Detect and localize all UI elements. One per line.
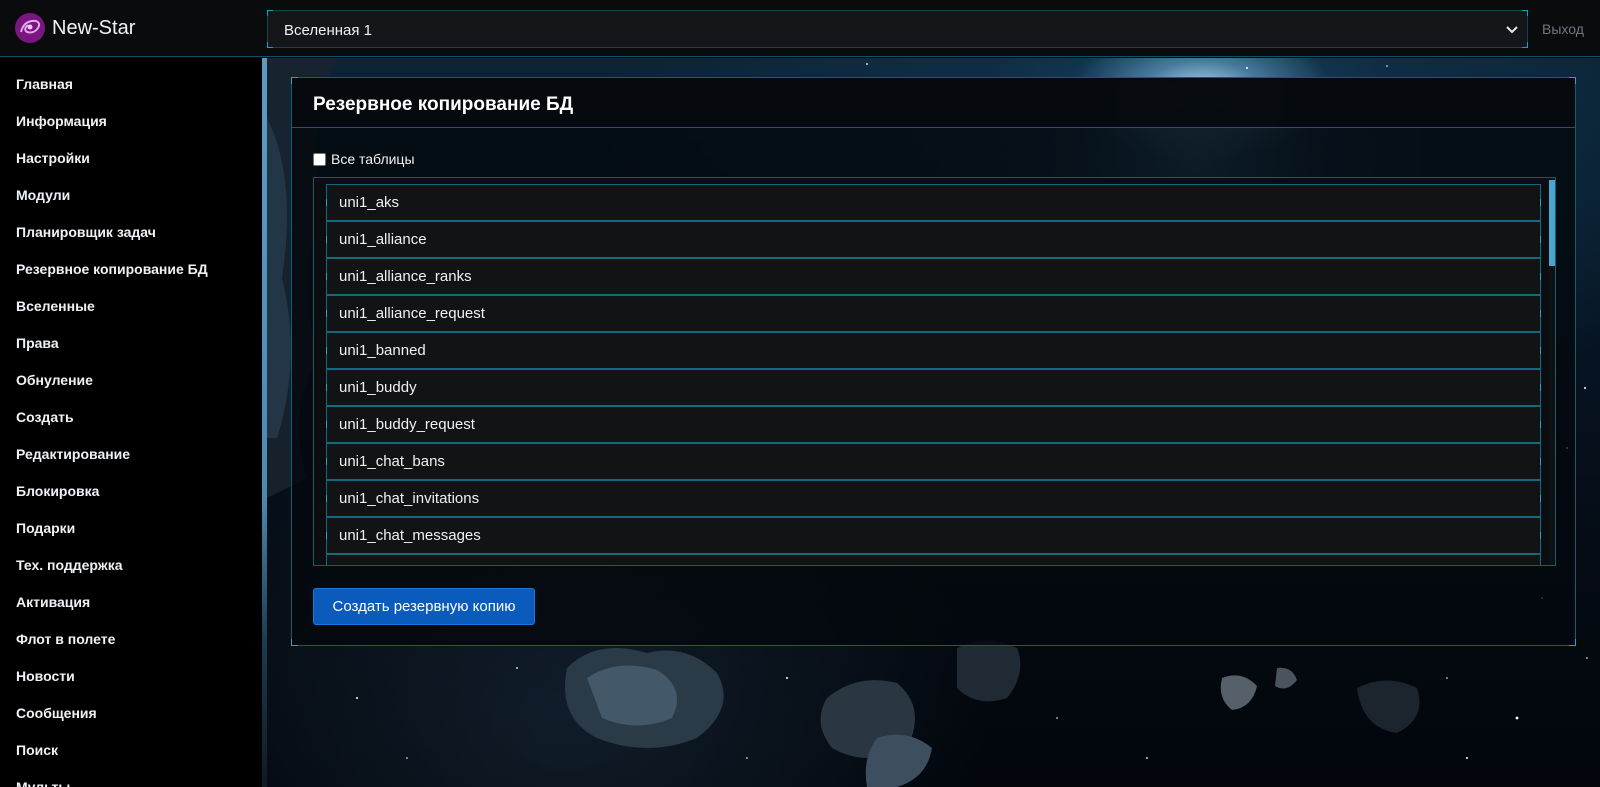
sidebar-item-rights[interactable]: Права [16, 333, 59, 353]
item-edge-decoration [326, 310, 327, 317]
select-corner-decoration [1522, 42, 1528, 48]
item-edge-decoration [1540, 532, 1541, 539]
sidebar-item-fleet-in-flight[interactable]: Флот в полете [16, 629, 115, 649]
item-edge-decoration [326, 458, 327, 465]
table-name: uni1_chat_invitations [339, 490, 480, 507]
all-tables-checkbox[interactable] [313, 152, 326, 166]
item-edge-decoration [1540, 199, 1541, 206]
list-item[interactable]: uni1_aks [326, 184, 1541, 221]
sidebar-item-search[interactable]: Поиск [16, 740, 58, 760]
select-corner-decoration [267, 10, 273, 16]
sidebar-item-home[interactable]: Главная [16, 74, 73, 94]
page-title: Резервное копирование БД [313, 94, 574, 115]
panel-corner-decoration [291, 639, 298, 646]
item-edge-decoration [326, 273, 327, 280]
backup-panel: Резервное копирование БД Все таблицы uni… [291, 77, 1576, 646]
list-item[interactable]: uni1_chat_messages [326, 517, 1541, 554]
list-item[interactable]: uni1_alliance_ranks [326, 258, 1541, 295]
sidebar-item-gifts[interactable]: Подарки [16, 518, 75, 538]
brand-name: New-Star [52, 16, 136, 39]
sidebar-item-multis[interactable]: Мульты [16, 777, 70, 787]
item-edge-decoration [1540, 458, 1541, 465]
item-edge-decoration [1540, 384, 1541, 391]
item-edge-decoration [326, 532, 327, 539]
item-edge-decoration [326, 236, 327, 243]
galaxy-logo-icon [15, 13, 45, 43]
item-edge-decoration [1540, 310, 1541, 317]
universe-select-value: Вселенная 1 [284, 22, 372, 39]
table-name: uni1_alliance_request [339, 305, 485, 322]
item-edge-decoration [326, 199, 327, 206]
list-item[interactable]: uni1_alliance_request [326, 295, 1541, 332]
list-item[interactable]: uni1_chat_bans [326, 443, 1541, 480]
sidebar-divider [262, 58, 267, 787]
item-edge-decoration [1540, 495, 1541, 502]
table-select-list[interactable]: uni1_aks uni1_alliance uni1_alliance_ran… [313, 177, 1556, 566]
chevron-down-icon [1506, 26, 1518, 34]
list-scrollbar-thumb[interactable] [1549, 180, 1555, 266]
table-name: uni1_alliance_ranks [339, 268, 472, 285]
sidebar-item-news[interactable]: Новости [16, 666, 75, 686]
universe-select[interactable]: Вселенная 1 [267, 10, 1528, 48]
list-item[interactable]: uni1_buddy [326, 369, 1541, 406]
sidebar-item-edit[interactable]: Редактирование [16, 444, 130, 464]
sidebar: Главная Информация Настройки Модули План… [0, 58, 262, 787]
panel-corner-decoration [1569, 639, 1576, 646]
sidebar-item-settings[interactable]: Настройки [16, 148, 90, 168]
sidebar-item-ban[interactable]: Блокировка [16, 481, 99, 501]
logout-link[interactable]: Выход [1542, 21, 1584, 37]
item-edge-decoration [326, 495, 327, 502]
item-edge-decoration [1540, 273, 1541, 280]
item-edge-decoration [1540, 421, 1541, 428]
list-item[interactable]: uni1_alliance [326, 221, 1541, 258]
panel-header: Резервное копирование БД [292, 78, 1575, 128]
select-corner-decoration [267, 42, 273, 48]
top-bar: New-Star Вселенная 1 Выход [0, 0, 1600, 57]
select-corner-decoration [1522, 10, 1528, 16]
sidebar-item-activation[interactable]: Активация [16, 592, 90, 612]
item-edge-decoration [1540, 347, 1541, 354]
sidebar-item-universes[interactable]: Вселенные [16, 296, 95, 316]
list-scrollbar[interactable] [1549, 178, 1555, 565]
item-edge-decoration [326, 384, 327, 391]
table-name: uni1_aks [339, 194, 400, 211]
sidebar-item-db-backup[interactable]: Резервное копирование БД [16, 259, 208, 279]
table-name: uni1_buddy_request [339, 416, 475, 433]
list-item[interactable]: uni1_chat_invitations [326, 480, 1541, 517]
table-name: uni1_buddy [339, 379, 417, 396]
table-name: uni1_alliance [339, 231, 427, 248]
sidebar-item-reset[interactable]: Обнуление [16, 370, 93, 390]
sidebar-item-support[interactable]: Тех. поддержка [16, 555, 123, 575]
all-tables-label: Все таблицы [331, 151, 415, 167]
sidebar-item-messages[interactable]: Сообщения [16, 703, 97, 723]
item-edge-decoration [1540, 236, 1541, 243]
table-name: uni1_chat_bans [339, 453, 445, 470]
list-item[interactable]: uni1_banned [326, 332, 1541, 369]
sidebar-item-task-scheduler[interactable]: Планировщик задач [16, 222, 156, 242]
sidebar-item-information[interactable]: Информация [16, 111, 107, 131]
table-name: uni1_chat_messages [339, 527, 481, 544]
item-edge-decoration [326, 421, 327, 428]
brand[interactable]: New-Star [14, 12, 135, 44]
create-backup-button[interactable]: Создать резервную копию [313, 588, 535, 625]
list-item [326, 554, 1541, 565]
sidebar-item-modules[interactable]: Модули [16, 185, 70, 205]
list-item[interactable]: uni1_buddy_request [326, 406, 1541, 443]
table-name: uni1_banned [339, 342, 426, 359]
all-tables-checkbox-row[interactable]: Все таблицы [313, 151, 415, 167]
item-edge-decoration [326, 347, 327, 354]
sidebar-item-create[interactable]: Создать [16, 407, 74, 427]
